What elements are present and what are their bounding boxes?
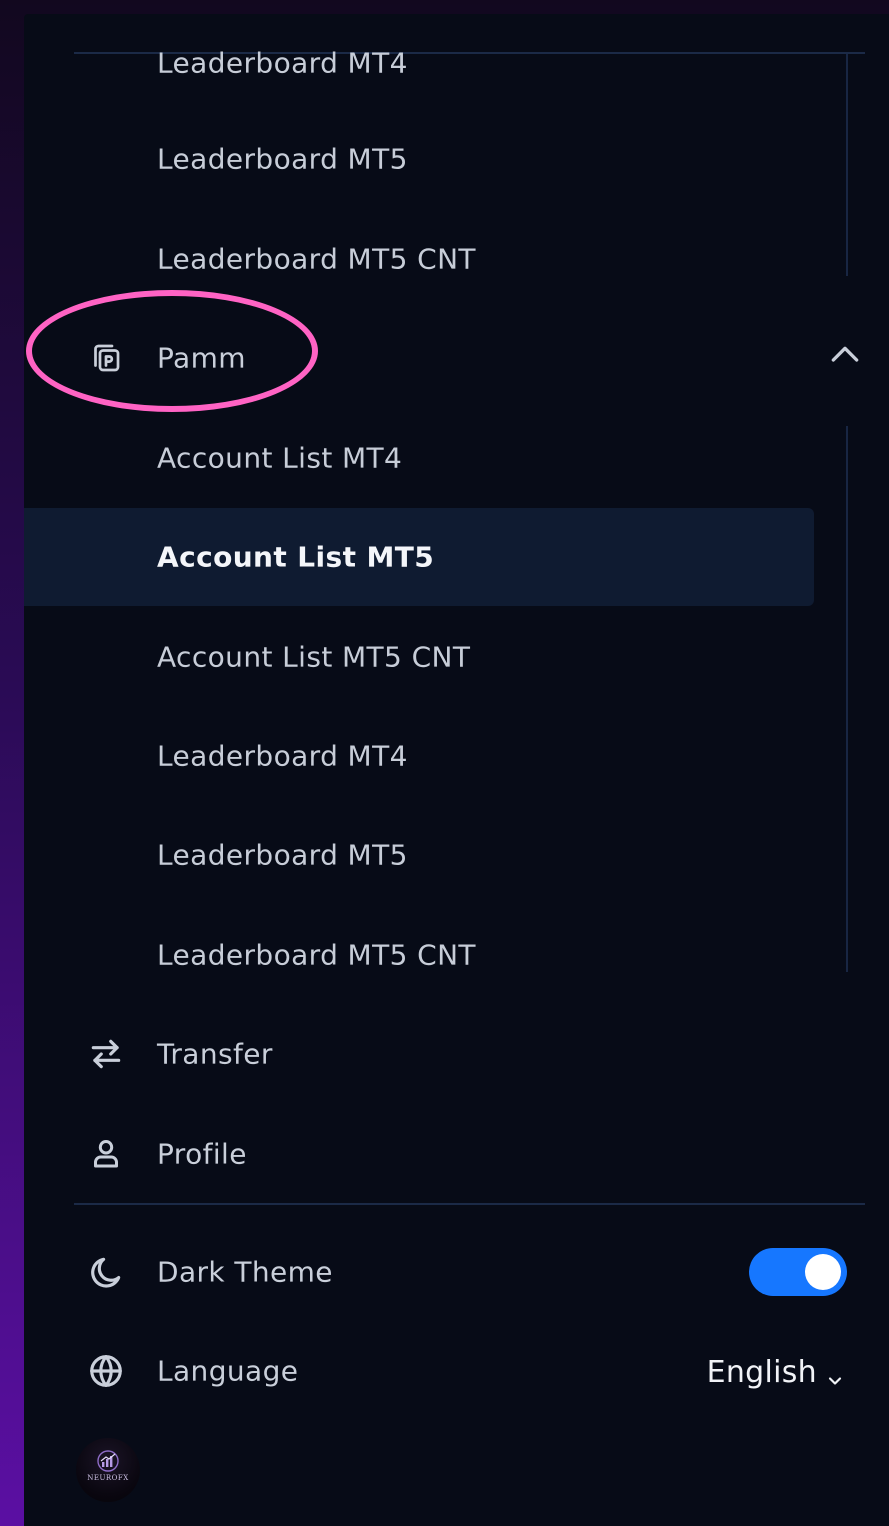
submenu-item-leaderboard-mt4-top[interactable]: Leaderboard MT4 xyxy=(24,14,814,112)
submenu-item-label: Leaderboard MT4 xyxy=(157,739,408,773)
sidebar-item-profile[interactable]: Profile xyxy=(24,1105,814,1203)
sidebar-item-label: Transfer xyxy=(157,1037,273,1071)
sidebar-item-pamm[interactable]: Pamm xyxy=(24,309,889,407)
pamm-icon xyxy=(86,338,126,378)
sidebar-panel: Leaderboard MT4 Leaderboard MT5 Leaderbo… xyxy=(24,14,889,1526)
brand-logo: NEUROFX xyxy=(76,1438,140,1502)
sidebar-item-label: Pamm xyxy=(157,341,246,375)
submenu-item-leaderboard-mt4[interactable]: Leaderboard MT4 xyxy=(24,707,814,805)
sidebar-item-transfer[interactable]: Transfer xyxy=(24,1005,814,1103)
submenu-item-leaderboard-mt5[interactable]: Leaderboard MT5 xyxy=(24,806,814,904)
settings-divider xyxy=(74,1203,865,1205)
submenu-item-leaderboard-mt5-top[interactable]: Leaderboard MT5 xyxy=(24,110,814,208)
sidebar-item-label: Profile xyxy=(157,1137,247,1171)
toggle-knob xyxy=(805,1254,841,1290)
submenu-item-label: Leaderboard MT4 xyxy=(157,46,408,80)
submenu-item-label: Account List MT5 CNT xyxy=(157,640,471,674)
chevron-up-icon[interactable] xyxy=(825,335,865,375)
transfer-icon xyxy=(86,1034,126,1074)
dark-theme-toggle[interactable] xyxy=(749,1248,847,1296)
language-select[interactable]: English xyxy=(707,1350,845,1394)
submenu-item-label: Leaderboard MT5 CNT xyxy=(157,242,476,276)
logo-mark-icon xyxy=(97,1450,119,1472)
top-submenu-rail xyxy=(846,54,848,276)
chevron-down-icon xyxy=(825,1364,845,1385)
submenu-item-account-list-mt4[interactable]: Account List MT4 xyxy=(24,409,814,507)
submenu-item-label: Account List MT4 xyxy=(157,441,403,475)
setting-label: Language xyxy=(157,1354,299,1388)
submenu-item-account-list-mt5[interactable]: Account List MT5 xyxy=(24,508,814,606)
logo-text: NEUROFX xyxy=(87,1474,129,1482)
submenu-item-leaderboard-mt5-cnt[interactable]: Leaderboard MT5 CNT xyxy=(24,906,814,1004)
submenu-item-label: Account List MT5 xyxy=(157,540,435,574)
submenu-item-label: Leaderboard MT5 CNT xyxy=(157,938,476,972)
setting-label: Dark Theme xyxy=(157,1255,333,1289)
language-value: English xyxy=(706,1354,817,1390)
profile-icon xyxy=(86,1134,126,1174)
submenu-item-leaderboard-mt5-cnt-top[interactable]: Leaderboard MT5 CNT xyxy=(24,210,814,308)
moon-icon xyxy=(86,1252,126,1292)
pamm-submenu-rail xyxy=(846,426,848,972)
globe-icon xyxy=(86,1351,126,1391)
submenu-item-label: Leaderboard MT5 xyxy=(157,838,408,872)
submenu-item-account-list-mt5-cnt[interactable]: Account List MT5 CNT xyxy=(24,608,814,706)
submenu-item-label: Leaderboard MT5 xyxy=(157,142,408,176)
